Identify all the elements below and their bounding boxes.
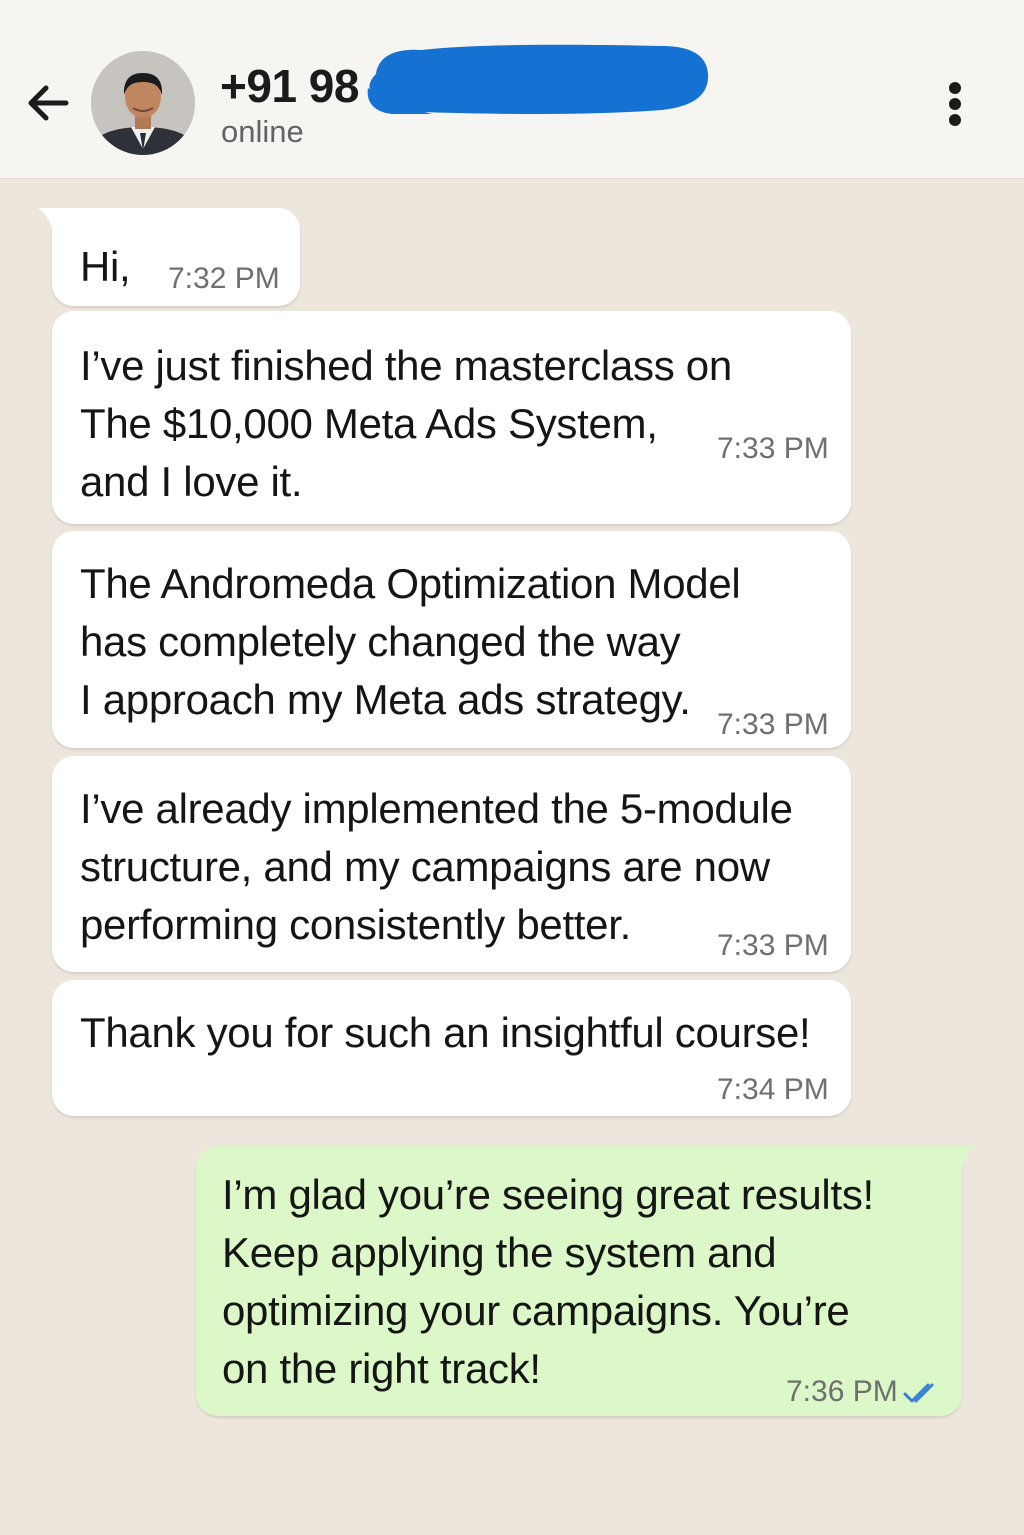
incoming-message[interactable]: I’ve already implemented the 5-module st… — [52, 756, 851, 972]
bubble-tail — [952, 1146, 976, 1172]
contact-avatar[interactable] — [91, 51, 195, 155]
bubble-tail — [38, 208, 62, 234]
message-time: 7:36 PM — [786, 1375, 898, 1408]
message-text: I’ve just finished the masterclass on Th… — [80, 342, 732, 505]
outgoing-message[interactable]: I’m glad you’re seeing great results! Ke… — [196, 1146, 976, 1416]
message-text: I’m glad you’re seeing great results! Ke… — [222, 1171, 874, 1392]
chat-header: +91 98 online — [0, 0, 1024, 179]
message-time: 7:33 PM — [717, 432, 829, 465]
double-check-read-icon — [903, 1383, 934, 1403]
incoming-message[interactable]: I’ve just finished the masterclass on Th… — [52, 311, 851, 524]
incoming-message[interactable]: Hi, 7:32 PM — [38, 208, 300, 306]
message-time: 7:34 PM — [717, 1073, 829, 1106]
message-time: 7:33 PM — [717, 708, 829, 741]
contact-name[interactable]: +91 98 — [220, 60, 359, 112]
message-text: I’ve already implemented the 5-module st… — [80, 785, 793, 948]
message-text: Hi, — [80, 243, 131, 290]
message-time: 7:33 PM — [717, 929, 829, 962]
back-arrow-icon[interactable] — [24, 78, 74, 128]
incoming-message[interactable]: Thank you for such an insightful course!… — [52, 980, 851, 1116]
message-time: 7:32 PM — [168, 262, 280, 295]
message-text: The Andromeda Optimization Model has com… — [80, 560, 741, 723]
more-options-icon[interactable] — [938, 80, 972, 128]
avatar-photo — [91, 51, 195, 155]
contact-status: online — [221, 114, 304, 149]
redaction-mark — [367, 44, 709, 114]
incoming-message[interactable]: The Andromeda Optimization Model has com… — [52, 531, 851, 748]
message-text: Thank you for such an insightful course! — [80, 1009, 811, 1056]
